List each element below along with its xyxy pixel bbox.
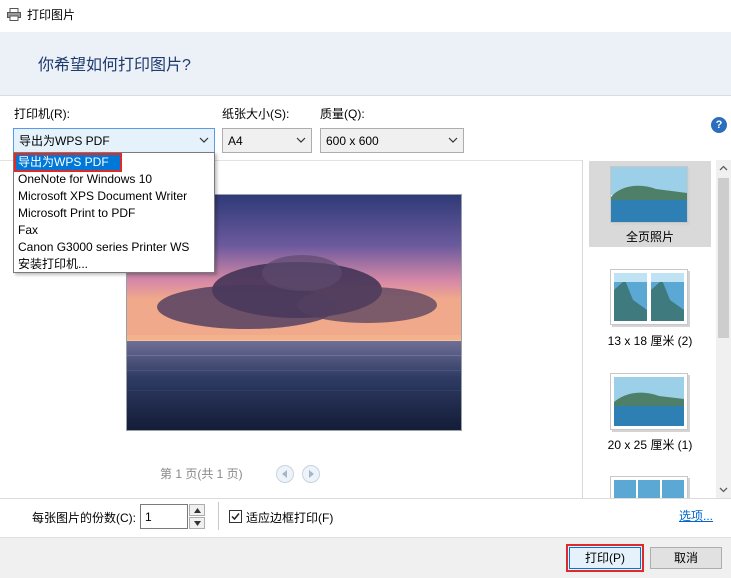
layout-thumbnail (610, 476, 688, 498)
printer-option-wps-pdf[interactable]: 导出为WPS PDF (14, 153, 122, 172)
paper-size-select[interactable]: A4 (222, 128, 312, 153)
printer-option-onenote[interactable]: OneNote for Windows 10 (15, 171, 213, 188)
layout-label: 全页照片 (625, 230, 674, 244)
options-link[interactable]: 选项... (679, 509, 713, 523)
help-icon[interactable]: ? (711, 117, 727, 133)
chevron-down-icon (448, 137, 458, 143)
print-button[interactable]: 打印(P) (566, 544, 644, 572)
layout-thumbnail (610, 166, 688, 223)
triangle-down-icon (194, 521, 201, 526)
printer-icon (7, 8, 21, 21)
layout-label: 20 x 25 厘米 (1) (607, 438, 693, 452)
layout-thumbnail (610, 373, 688, 430)
title-bar: 打印图片 (0, 0, 731, 32)
paper-size-value: A4 (228, 134, 243, 148)
quality-value: 600 x 600 (326, 134, 379, 148)
layout-item-13x18[interactable]: 13 x 18 厘米 (2) (589, 268, 711, 348)
quality-label: 质量(Q): (320, 107, 365, 121)
header-question: 你希望如何打印图片? (38, 57, 191, 74)
printer-option-xps-writer[interactable]: Microsoft XPS Document Writer (15, 188, 213, 205)
copies-decrement-button[interactable] (189, 517, 205, 529)
chevron-down-icon[interactable] (719, 485, 728, 494)
printer-option-install[interactable]: 安装打印机... (15, 256, 213, 273)
dialog-header: 你希望如何打印图片? (0, 32, 731, 96)
scrollbar-thumb[interactable] (718, 178, 729, 338)
layout-label: 13 x 18 厘米 (2) (607, 334, 693, 348)
paper-size-label: 纸张大小(S): (222, 107, 290, 121)
quality-select[interactable]: 600 x 600 (320, 128, 464, 153)
copies-value: 1 (145, 510, 152, 524)
chevron-down-icon (199, 137, 209, 143)
window-title: 打印图片 (27, 8, 76, 22)
triangle-up-icon (194, 508, 201, 513)
copies-increment-button[interactable] (189, 504, 205, 516)
printer-select-value: 导出为WPS PDF (19, 134, 110, 148)
fit-to-frame-checkbox[interactable] (229, 510, 242, 523)
printer-label: 打印机(R): (14, 107, 70, 121)
chevron-down-icon (296, 137, 306, 143)
triangle-right-icon (309, 470, 314, 478)
printer-option-print-to-pdf[interactable]: Microsoft Print to PDF (15, 205, 213, 222)
triangle-left-icon (282, 470, 287, 478)
cancel-button[interactable]: 取消 (650, 547, 722, 569)
divider (218, 502, 219, 530)
layout-thumbnail (610, 269, 688, 325)
copies-input[interactable]: 1 (140, 504, 188, 529)
printer-dropdown-list: 导出为WPS PDF OneNote for Windows 10 Micros… (13, 152, 215, 273)
printer-option-fax[interactable]: Fax (15, 222, 213, 239)
layout-item-full-page[interactable]: 全页照片 (589, 161, 711, 247)
copies-label: 每张图片的份数(C): (32, 511, 136, 525)
chevron-up-icon[interactable] (719, 164, 728, 173)
layout-scrollbar[interactable] (716, 160, 731, 498)
previous-page-button[interactable] (276, 465, 294, 483)
page-indicator: 第 1 页(共 1 页) (160, 467, 243, 481)
next-page-button[interactable] (302, 465, 320, 483)
layout-item-partial[interactable] (589, 475, 711, 498)
checkmark-icon (231, 513, 240, 521)
printer-option-canon[interactable]: Canon G3000 series Printer WS (15, 239, 213, 256)
layout-list: 全页照片 13 x 18 厘米 (2) 20 x 25 厘米 (1) (582, 160, 731, 498)
layout-item-20x25[interactable]: 20 x 25 厘米 (1) (589, 372, 711, 452)
printer-select[interactable]: 导出为WPS PDF (13, 128, 215, 153)
fit-to-frame-label[interactable]: 适应边框打印(F) (246, 511, 333, 525)
